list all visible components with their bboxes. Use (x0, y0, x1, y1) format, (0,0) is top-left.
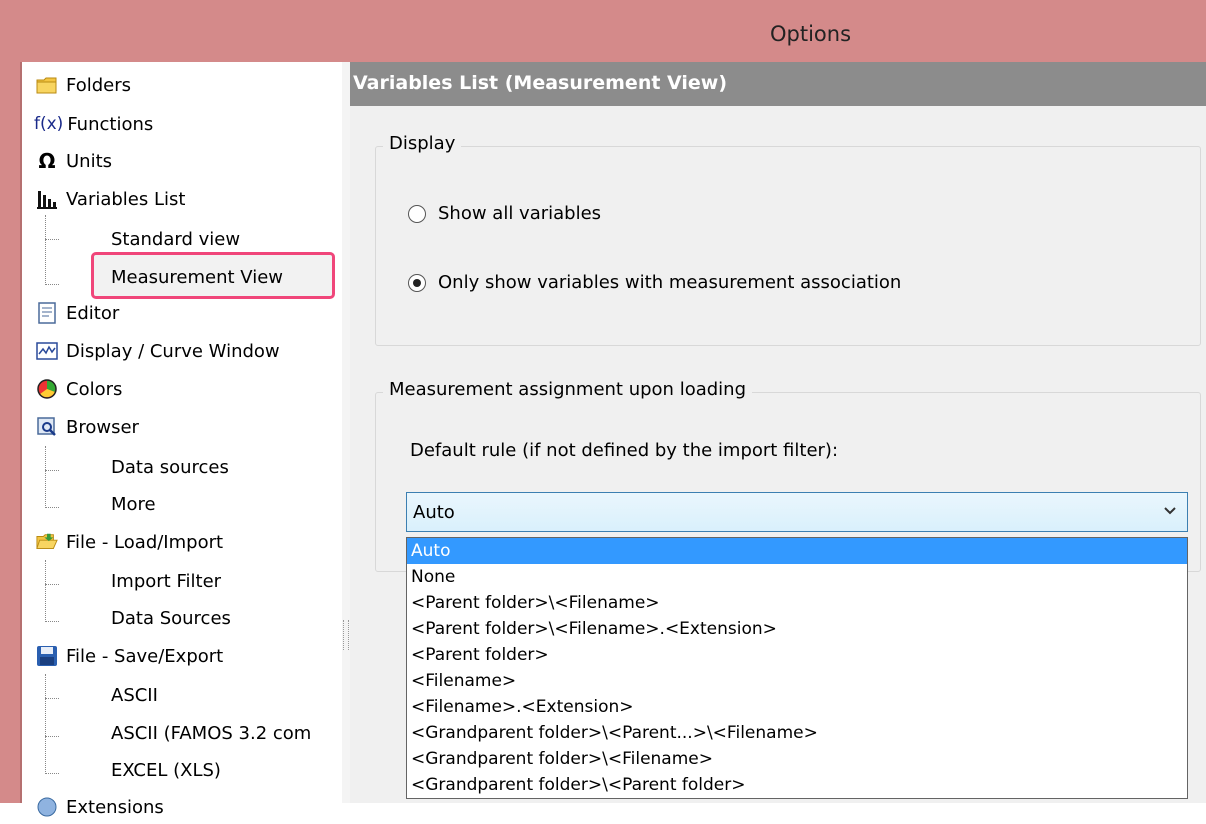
dropdown-option[interactable]: <Filename> (407, 668, 1187, 694)
title-bar[interactable] (0, 0, 1206, 62)
bar-chart-icon (36, 188, 58, 210)
tree-connector (45, 507, 59, 508)
window-frame-left (0, 62, 22, 803)
color-wheel-icon (36, 378, 58, 400)
splitter-grip[interactable] (343, 620, 349, 650)
tree-connector (45, 284, 59, 285)
combobox-value: Auto (413, 502, 455, 523)
tree-item-file-save-export[interactable]: File - Save/Export (36, 639, 223, 673)
dropdown-option[interactable]: <Parent folder>\<Filename>.<Extension> (407, 616, 1187, 642)
tree-item-import-filter[interactable]: Import Filter (111, 566, 221, 596)
panel-title: Variables List (Measurement View) (353, 72, 728, 94)
tree-connector (45, 446, 46, 508)
function-icon: f(x) (34, 114, 64, 134)
tree-item-data-sources[interactable]: Data sources (111, 452, 229, 482)
curve-window-icon (36, 340, 58, 362)
tree-item-folders[interactable]: Folders (36, 68, 131, 102)
display-group (375, 146, 1201, 346)
window-title: Options (770, 22, 852, 46)
dropdown-option[interactable]: <Filename>.<Extension> (407, 694, 1187, 720)
default-rule-label: Default rule (if not defined by the impo… (410, 440, 839, 461)
default-rule-dropdown-list[interactable]: Auto None <Parent folder>\<Filename> <Pa… (406, 537, 1188, 799)
tree-item-variables-list[interactable]: Variables List (36, 182, 185, 216)
tree-item-excel-xls[interactable]: EXCEL (XLS) (111, 755, 221, 785)
floppy-disk-icon (36, 645, 58, 667)
tree-connector (45, 470, 59, 471)
browser-icon (36, 416, 58, 438)
tree-connector (45, 698, 59, 699)
tree-connector (45, 773, 59, 774)
tree-connector (45, 560, 46, 622)
tree-item-load-data-sources[interactable]: Data Sources (111, 603, 231, 633)
panel-header: Variables List (Measurement View) (350, 62, 1206, 106)
dropdown-option[interactable]: <Grandparent folder>\<Parent folder> (407, 772, 1187, 798)
tree-item-ascii[interactable]: ASCII (111, 680, 158, 710)
radio-button-checked[interactable] (408, 273, 426, 292)
open-folder-icon (36, 531, 58, 553)
dropdown-option[interactable]: <Parent folder> (407, 642, 1187, 668)
assignment-group-legend: Measurement assignment upon loading (383, 379, 752, 400)
tree-item-ascii-famos[interactable]: ASCII (FAMOS 3.2 com (111, 718, 311, 748)
default-rule-combobox[interactable]: Auto (406, 492, 1188, 532)
tree-connector (45, 584, 59, 585)
document-icon (36, 302, 58, 324)
tree-connector (45, 239, 59, 240)
dropdown-option[interactable]: <Grandparent folder>\<Filename> (407, 746, 1187, 772)
extensions-icon (36, 796, 58, 818)
tree-item-editor[interactable]: Editor (36, 296, 119, 330)
tree-item-file-load-import[interactable]: File - Load/Import (36, 525, 223, 559)
tree-item-measurement-view[interactable]: Measurement View (111, 262, 283, 292)
folder-icon (36, 74, 58, 96)
tree-connector (45, 736, 59, 737)
tree-connector (45, 621, 59, 622)
radio-show-all[interactable]: Show all variables (408, 203, 601, 224)
tree-connector (45, 215, 46, 285)
dropdown-option[interactable]: <Parent folder>\<Filename> (407, 590, 1187, 616)
display-group-legend: Display (383, 133, 462, 154)
tree-item-display-curve-window[interactable]: Display / Curve Window (36, 334, 280, 368)
tree-connector (45, 674, 46, 774)
radio-button[interactable] (408, 204, 426, 223)
tree-item-functions[interactable]: f(x) Functions (34, 107, 153, 141)
radio-only-measurement[interactable]: Only show variables with measurement ass… (408, 272, 901, 293)
tree-item-colors[interactable]: Colors (36, 372, 122, 406)
dropdown-option[interactable]: None (407, 564, 1187, 590)
tree-item-standard-view[interactable]: Standard view (111, 224, 240, 254)
omega-icon: Ω (38, 149, 56, 173)
tree-item-extensions[interactable]: Extensions (36, 790, 164, 824)
chevron-down-icon[interactable] (1163, 501, 1177, 520)
tree-item-units[interactable]: Ω Units (36, 144, 112, 178)
dropdown-option[interactable]: Auto (407, 538, 1187, 564)
tree-item-browser[interactable]: Browser (36, 410, 139, 444)
pane-splitter[interactable] (342, 62, 350, 803)
dropdown-option[interactable]: <Grandparent folder>\<Parent...>\<Filena… (407, 720, 1187, 746)
tree-item-more[interactable]: More (111, 489, 156, 519)
